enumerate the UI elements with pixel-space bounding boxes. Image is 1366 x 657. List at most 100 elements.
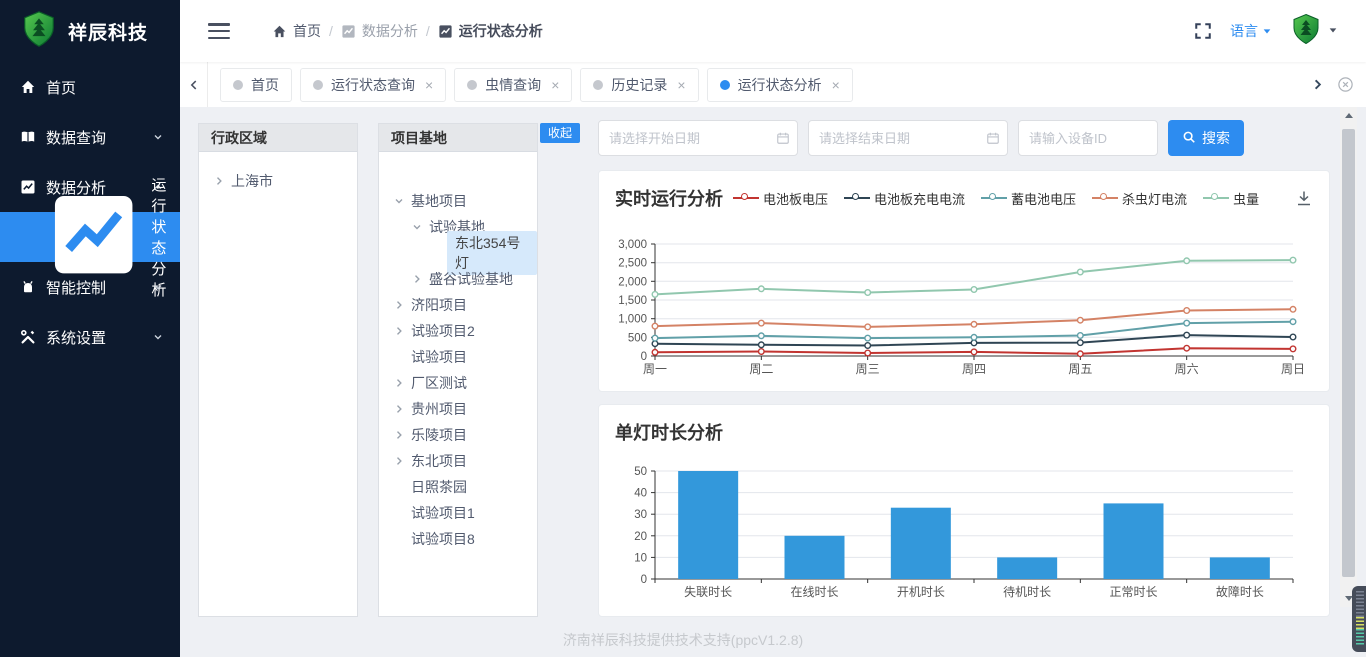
chevron-down-icon[interactable]: [393, 195, 405, 207]
sidebar-menu: 首页数据查询数据分析运行状态分析智能控制系统设置: [0, 62, 180, 362]
tools-icon: [20, 329, 36, 345]
legend-item-虫量[interactable]: 虫量: [1203, 189, 1259, 208]
tree-label: 贵州项目: [411, 399, 467, 419]
tab-历史记录[interactable]: 历史记录×: [580, 68, 698, 102]
breadcrumb-separator: /: [329, 23, 333, 39]
tree-item-试验项目1[interactable]: 试验项目1: [379, 500, 537, 526]
vertical-scrollbar[interactable]: [1340, 107, 1357, 607]
search-button[interactable]: 搜索: [1168, 120, 1244, 156]
device-id-input[interactable]: [1018, 120, 1158, 156]
chevron-right-icon[interactable]: [393, 403, 405, 415]
svg-text:1,000: 1,000: [618, 314, 647, 326]
user-menu[interactable]: [1290, 13, 1338, 50]
svg-text:周五: 周五: [1068, 362, 1092, 376]
tree-item-试验项目8[interactable]: 试验项目8: [379, 526, 537, 552]
tree-item-试验项目2[interactable]: 试验项目2: [379, 318, 537, 344]
tree-item-东北354号灯[interactable]: 东北354号灯: [379, 240, 537, 266]
legend-marker: [981, 193, 1007, 203]
svg-text:周六: 周六: [1175, 362, 1199, 376]
start-date-input[interactable]: [598, 120, 798, 156]
tab-close-icon[interactable]: ×: [551, 78, 559, 92]
footer-text: 济南祥辰科技提供技术支持(ppcV1.2.8): [0, 630, 1366, 650]
fullscreen-icon[interactable]: [1194, 22, 1212, 40]
topbar: 首页/数据分析/运行状态分析 语言: [180, 0, 1366, 62]
app-root: 首页/数据分析/运行状态分析 语言 首页运行状态查询×虫情查询×历史记录×运行状…: [0, 0, 1366, 657]
breadcrumb-item[interactable]: 运行状态分析: [438, 21, 543, 41]
tree-item-上海市[interactable]: 上海市: [199, 168, 357, 194]
chart-icon: [20, 179, 36, 195]
chevron-right-icon[interactable]: [393, 377, 405, 389]
tab-close-icon[interactable]: ×: [677, 78, 685, 92]
tab-虫情查询[interactable]: 虫情查询×: [454, 68, 572, 102]
legend-item-电池板电压[interactable]: 电池板电压: [733, 189, 828, 208]
svg-text:失联时长: 失联时长: [684, 584, 732, 599]
sidebar-item-data-query[interactable]: 数据查询: [0, 112, 180, 162]
svg-text:20: 20: [634, 531, 647, 543]
tab-status-dot: [233, 80, 243, 90]
chevron-right-icon[interactable]: [393, 325, 405, 337]
tree-label: 基地项目: [411, 191, 467, 211]
tree-item-乐陵项目[interactable]: 乐陵项目: [379, 422, 537, 448]
home-icon: [272, 24, 287, 39]
tree-item-济阳项目[interactable]: 济阳项目: [379, 292, 537, 318]
tree-item-厂区测试[interactable]: 厂区测试: [379, 370, 537, 396]
tree-item-东北项目[interactable]: 东北项目: [379, 448, 537, 474]
end-date-input[interactable]: [808, 120, 1008, 156]
chevron-down-icon[interactable]: [411, 221, 423, 233]
breadcrumb-item[interactable]: 首页: [272, 21, 321, 41]
tabs-scroll-left-button[interactable]: [180, 62, 208, 107]
logo: 祥辰科技: [0, 0, 180, 62]
sidebar-item-label: 数据查询: [46, 127, 106, 148]
legend-item-杀虫灯电流[interactable]: 杀虫灯电流: [1092, 189, 1187, 208]
tab-运行状态分析[interactable]: 运行状态分析×: [707, 68, 853, 102]
download-icon[interactable]: [1295, 189, 1313, 207]
svg-text:周二: 周二: [749, 362, 773, 376]
breadcrumb-item[interactable]: 数据分析: [341, 21, 418, 41]
tree-label: 济阳项目: [411, 295, 467, 315]
sidebar-subitem-run-status-analysis[interactable]: 运行状态分析: [0, 212, 180, 262]
tree-item-日照茶园[interactable]: 日照茶园: [379, 474, 537, 500]
svg-text:500: 500: [628, 332, 647, 344]
svg-text:正常时长: 正常时长: [1109, 585, 1157, 599]
tab-status-dot: [467, 80, 477, 90]
chevron-down-icon: [1328, 22, 1338, 40]
tree-item-贵州项目[interactable]: 贵州项目: [379, 396, 537, 422]
tab-close-icon[interactable]: ×: [832, 78, 840, 92]
chevron-right-icon[interactable]: [393, 455, 405, 467]
tree-item-基地项目[interactable]: 基地项目: [379, 188, 537, 214]
svg-text:周日: 周日: [1281, 362, 1305, 376]
tab-运行状态查询[interactable]: 运行状态查询×: [300, 68, 446, 102]
sidebar-item-label: 系统设置: [46, 327, 106, 348]
corner-widget[interactable]: [1352, 586, 1366, 652]
chevron-down-icon: [152, 331, 164, 343]
duration-chart-panel: 单灯时长分析 01020304050失联时长在线时长开机时长待机时长正常时长故障…: [598, 404, 1330, 617]
svg-text:0: 0: [641, 574, 647, 586]
tree-label: 盛谷试验基地: [429, 269, 513, 289]
tree-label: 厂区测试: [411, 373, 467, 393]
brand-name: 祥辰科技: [68, 18, 148, 45]
sidebar-item-system-settings[interactable]: 系统设置: [0, 312, 180, 362]
tab-status-dot: [720, 80, 730, 90]
hamburger-menu-icon[interactable]: [208, 23, 230, 39]
language-button[interactable]: 语言: [1230, 21, 1272, 41]
tab-label: 首页: [251, 75, 279, 95]
chevron-right-icon[interactable]: [393, 299, 405, 311]
chevron-right-icon[interactable]: [411, 273, 423, 285]
legend-item-蓄电池电压[interactable]: 蓄电池电压: [981, 189, 1076, 208]
chevron-right-icon[interactable]: [213, 175, 225, 187]
tree-label: 试验项目2: [411, 321, 475, 341]
tree-label: 试验项目8: [411, 529, 475, 549]
scrollbar-thumb[interactable]: [1342, 129, 1355, 577]
tab-close-icon[interactable]: ×: [425, 78, 433, 92]
tabs-scroll-right-button[interactable]: [1304, 77, 1330, 92]
legend-item-电池板充电电流[interactable]: 电池板充电电流: [844, 189, 965, 208]
breadcrumb-label: 首页: [293, 21, 321, 41]
tab-首页[interactable]: 首页: [220, 68, 292, 102]
scrollbar-up-arrow[interactable]: [1340, 107, 1357, 124]
collapse-button[interactable]: 收起: [540, 123, 580, 143]
tabs-close-all-icon[interactable]: [1330, 76, 1360, 93]
tree-item-试验项目[interactable]: 试验项目: [379, 344, 537, 370]
sidebar-item-home[interactable]: 首页: [0, 62, 180, 112]
legend-marker: [733, 193, 759, 203]
chevron-right-icon[interactable]: [393, 429, 405, 441]
